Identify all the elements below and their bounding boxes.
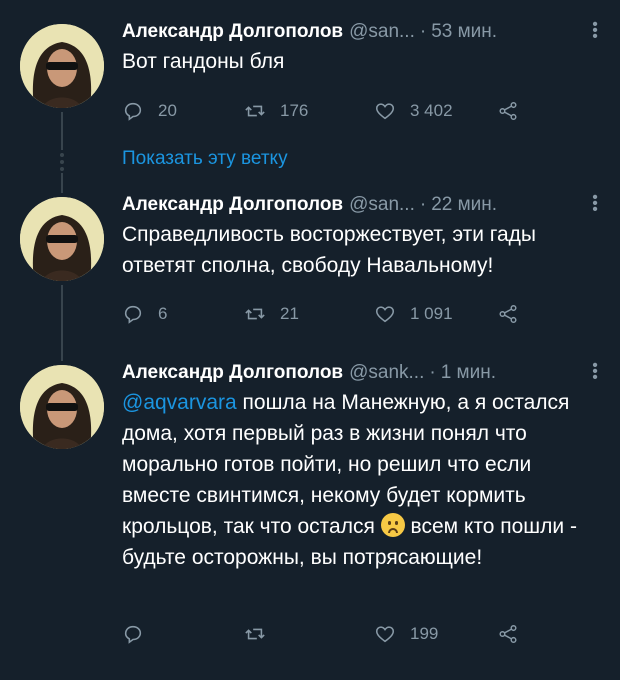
share-icon — [499, 305, 517, 323]
author-handle[interactable]: @sank... — [349, 361, 424, 385]
retweet-icon — [245, 628, 265, 640]
tweet-text: @aqvarvara пошла на Манежную, а я осталс… — [122, 387, 600, 573]
author-handle[interactable]: @san... — [349, 193, 415, 217]
retweet-icon — [245, 105, 265, 117]
timestamp[interactable]: 53 мин. — [431, 20, 497, 44]
more-options-icon[interactable]: • • • — [590, 358, 600, 386]
thread-line — [61, 173, 63, 193]
retweet-count: 176 — [280, 101, 309, 120]
heart-icon — [375, 306, 395, 323]
separator-dot: · — [429, 362, 436, 383]
reply-button[interactable]: 6 — [122, 303, 167, 325]
thread-line — [61, 285, 63, 361]
reply-count: 20 — [158, 101, 177, 120]
thread-line — [61, 112, 63, 150]
author-name[interactable]: Александр Долгополов — [122, 193, 343, 217]
reply-button[interactable] — [122, 623, 158, 645]
more-options-icon[interactable]: • • • — [590, 17, 600, 45]
share-button[interactable] — [497, 623, 519, 645]
share-icon — [499, 625, 517, 643]
avatar[interactable] — [20, 24, 104, 108]
reply-icon — [124, 625, 142, 644]
tweet-text: Справедливость восторжествует, эти гады … — [122, 223, 537, 277]
like-button[interactable]: 1 091 — [374, 303, 453, 325]
timestamp[interactable]: 1 мин. — [441, 361, 496, 385]
reply-icon — [124, 102, 142, 121]
like-count: 3 402 — [410, 101, 453, 120]
retweet-count: 21 — [280, 304, 299, 323]
mention-link[interactable]: @aqvarvara — [122, 391, 237, 414]
avatar[interactable] — [20, 365, 104, 449]
tweet-text: Вот гандоны бля — [122, 50, 285, 73]
like-button[interactable]: 199 — [374, 623, 438, 645]
heart-icon — [375, 626, 395, 643]
sad-face-emoji-icon — [380, 513, 405, 537]
share-button[interactable] — [497, 100, 519, 122]
like-count: 199 — [410, 624, 439, 643]
heart-icon — [375, 103, 395, 120]
author-name[interactable]: Александр Долгополов — [122, 20, 343, 44]
reply-icon — [124, 305, 142, 324]
separator-dot: · — [419, 21, 427, 42]
show-thread-link[interactable]: Показать эту ветку — [122, 148, 288, 170]
reply-count: 6 — [158, 304, 168, 323]
like-button[interactable]: 3 402 — [374, 100, 453, 122]
timestamp[interactable]: 22 мин. — [431, 193, 497, 217]
author-handle[interactable]: @san... — [349, 20, 415, 44]
more-options-icon[interactable]: • • • — [590, 190, 600, 218]
share-button[interactable] — [497, 303, 519, 325]
avatar[interactable] — [20, 197, 104, 281]
retweet-button[interactable] — [244, 623, 280, 645]
reply-button[interactable]: 20 — [122, 100, 177, 122]
thread-dots — [60, 153, 64, 174]
retweet-button[interactable]: 176 — [244, 100, 308, 122]
like-count: 1 091 — [410, 304, 453, 323]
retweet-icon — [245, 308, 265, 320]
separator-dot: · — [419, 194, 427, 215]
author-name[interactable]: Александр Долгополов — [122, 361, 343, 385]
retweet-button[interactable]: 21 — [244, 303, 299, 325]
share-icon — [499, 102, 517, 120]
